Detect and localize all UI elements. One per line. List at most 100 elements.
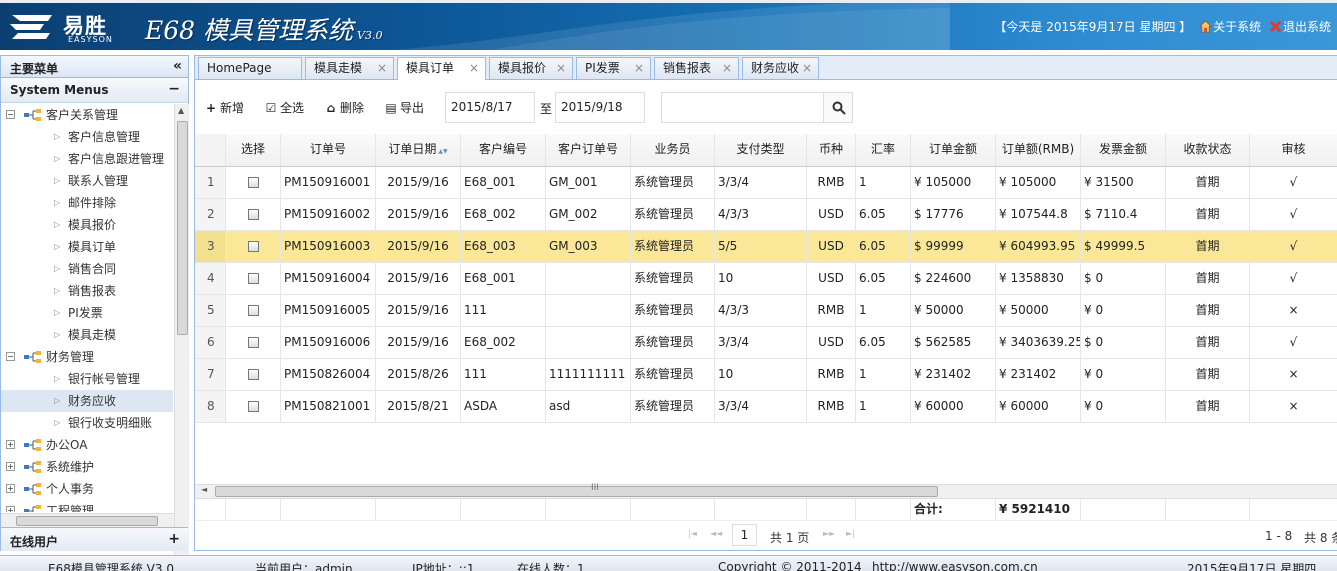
expand-toggle-icon[interactable]: + xyxy=(6,462,15,471)
tab-item[interactable]: 销售报表 × xyxy=(654,57,739,79)
row-select-cell[interactable] xyxy=(226,231,281,262)
tree-group[interactable]: − 财务管理 xyxy=(1,346,173,368)
expand-toggle-icon[interactable]: + xyxy=(6,484,15,493)
search-button[interactable] xyxy=(823,92,853,123)
sort-descending-icon[interactable]: ▲▼ xyxy=(438,148,447,155)
row-checkbox[interactable] xyxy=(247,177,259,188)
row-checkbox[interactable] xyxy=(247,241,259,252)
delete-button[interactable]: ⌂ 删除 xyxy=(324,99,364,117)
grid-horizontal-scrollbar[interactable]: ◄ III xyxy=(195,483,1337,498)
export-button[interactable]: ▤ 导出 xyxy=(384,99,424,117)
next-page-icon[interactable]: ►► xyxy=(823,529,835,538)
system-menus-header[interactable]: System Menus − xyxy=(1,78,188,103)
table-row[interactable]: 8 PM150821001 2015/8/21 ASDA asd 系统管理员 3/3/4 RM… xyxy=(195,391,1337,423)
close-tab-icon[interactable]: × xyxy=(469,58,479,78)
table-row[interactable]: 6 PM150916006 2015/9/16 E68_002 系统管理员 3/3/4 US… xyxy=(195,327,1337,359)
table-row[interactable]: 2 PM150916002 2015/9/16 E68_002 GM_002 系统管理员 4… xyxy=(195,199,1337,231)
table-row[interactable]: 4 PM150916004 2015/9/16 E68_001 系统管理员 10 USD 6.… xyxy=(195,263,1337,295)
footer-url[interactable]: http://www.easyson.com.cn xyxy=(872,560,1038,571)
tree-item[interactable]: ▷ 客户信息管理 xyxy=(1,126,173,148)
close-tab-icon[interactable]: × xyxy=(722,58,732,78)
close-tab-icon[interactable]: × xyxy=(802,58,812,78)
column-header[interactable]: 业务员 xyxy=(631,134,715,166)
tree-item[interactable]: ▷ 模具报价 xyxy=(1,214,173,236)
expand-toggle-icon[interactable]: + xyxy=(6,440,15,449)
column-header[interactable]: 客户订单号 xyxy=(546,134,631,166)
first-page-icon[interactable]: |◄ xyxy=(688,529,697,538)
row-checkbox[interactable] xyxy=(247,209,259,220)
date-from-input[interactable]: 2015/8/17 xyxy=(445,92,535,123)
tree-item[interactable]: ▷ 银行帐号管理 xyxy=(1,368,173,390)
column-header[interactable]: 收款状态 xyxy=(1166,134,1250,166)
column-header[interactable]: 订单号 xyxy=(281,134,376,166)
row-select-cell[interactable] xyxy=(226,295,281,326)
column-header[interactable]: 订单额(RMB) xyxy=(996,134,1081,166)
row-select-cell[interactable] xyxy=(226,263,281,294)
scroll-left-icon[interactable]: ◄ xyxy=(201,485,207,494)
tree-group[interactable]: + 工程管理 xyxy=(1,500,173,512)
column-header[interactable]: 订单日期 ▲▼ xyxy=(376,134,461,166)
collapse-toggle-icon[interactable]: − xyxy=(6,352,15,361)
page-number-input[interactable]: 1 xyxy=(732,524,757,546)
tab-item[interactable]: HomePage xyxy=(198,57,302,79)
close-tab-icon[interactable]: × xyxy=(377,58,387,78)
about-system-link[interactable]: 关于系统 xyxy=(1213,20,1261,34)
column-header[interactable]: 选择 xyxy=(226,134,281,166)
table-row[interactable]: 3 PM150916003 2015/9/16 E68_003 GM_003 系统管理员 5… xyxy=(195,231,1337,263)
scroll-thumb[interactable] xyxy=(16,516,158,526)
close-tab-icon[interactable]: × xyxy=(634,58,644,78)
tree-item[interactable]: ▷ 客户信息跟进管理 xyxy=(1,148,173,170)
tab-item[interactable]: 模具报价 × xyxy=(489,57,573,79)
tree-group[interactable]: + 办公OA xyxy=(1,434,173,456)
sidebar-collapse-icon[interactable]: « xyxy=(173,58,182,74)
tree-item[interactable]: ▷ 邮件排除 xyxy=(1,192,173,214)
row-select-cell[interactable] xyxy=(226,167,281,198)
logout-link[interactable]: 退出系统 xyxy=(1283,20,1331,34)
tree-item[interactable]: ▷ 销售合同 xyxy=(1,258,173,280)
tree-item[interactable]: ▷ 银行收支明细账 xyxy=(1,412,173,434)
row-select-cell[interactable] xyxy=(226,327,281,358)
expand-toggle-icon[interactable]: + xyxy=(6,506,15,512)
expand-plus-icon[interactable]: + xyxy=(168,531,180,547)
row-checkbox[interactable] xyxy=(247,273,259,284)
online-users-header[interactable]: 在线用户 + xyxy=(1,527,188,551)
column-header[interactable]: 审核 xyxy=(1250,134,1337,166)
sidebar-vertical-scrollbar[interactable]: ▲ ▼ xyxy=(174,104,189,565)
prev-page-icon[interactable]: ◄◄ xyxy=(710,529,722,538)
add-button[interactable]: + 新增 xyxy=(204,99,244,117)
table-row[interactable]: 1 PM150916001 2015/9/16 E68_001 GM_001 系统管理员 3… xyxy=(195,167,1337,199)
sidebar-horizontal-scrollbar[interactable] xyxy=(1,513,174,527)
tab-item[interactable]: 财务应收 × xyxy=(742,57,819,79)
scroll-thumb[interactable]: III xyxy=(215,483,938,497)
tree-item[interactable]: ▷ 财务应收 xyxy=(1,390,173,412)
row-select-cell[interactable] xyxy=(226,199,281,230)
column-header[interactable]: 币种 xyxy=(807,134,856,166)
table-row[interactable]: 7 PM150826004 2015/8/26 111 1111111111 系统管理员 1… xyxy=(195,359,1337,391)
tree-item[interactable]: ▷ 模具走模 xyxy=(1,324,173,346)
tab-item[interactable]: 模具走模 × xyxy=(305,57,394,79)
tab-item[interactable]: PI发票 × xyxy=(576,57,651,79)
date-to-input[interactable]: 2015/9/18 xyxy=(555,92,645,123)
tab-item[interactable]: 模具订单 × xyxy=(397,57,486,80)
tree-item[interactable]: ▷ PI发票 xyxy=(1,302,173,324)
scroll-thumb[interactable] xyxy=(177,121,188,335)
tree-item[interactable]: ▷ 联系人管理 xyxy=(1,170,173,192)
tree-item[interactable]: ▷ 模具订单 xyxy=(1,236,173,258)
table-row[interactable]: 5 PM150916005 2015/9/16 111 系统管理员 4/3/3 RMB 1 ¥ … xyxy=(195,295,1337,327)
collapse-toggle-icon[interactable]: − xyxy=(6,110,15,119)
row-checkbox[interactable] xyxy=(247,401,259,412)
menu-minus-icon[interactable]: − xyxy=(168,81,180,97)
column-header[interactable]: 支付类型 xyxy=(715,134,807,166)
row-select-cell[interactable] xyxy=(226,391,281,422)
column-header[interactable]: 客户编号 xyxy=(461,134,546,166)
tree-group[interactable]: − 客户关系管理 xyxy=(1,104,173,126)
search-input[interactable] xyxy=(661,92,824,123)
last-page-icon[interactable]: ►| xyxy=(846,529,855,538)
row-checkbox[interactable] xyxy=(247,305,259,316)
close-tab-icon[interactable]: × xyxy=(556,58,566,78)
select-all-button[interactable]: ☑ 全选 xyxy=(264,99,304,117)
row-select-cell[interactable] xyxy=(226,359,281,390)
tree-group[interactable]: + 系统维护 xyxy=(1,456,173,478)
tree-group[interactable]: + 个人事务 xyxy=(1,478,173,500)
row-checkbox[interactable] xyxy=(247,337,259,348)
